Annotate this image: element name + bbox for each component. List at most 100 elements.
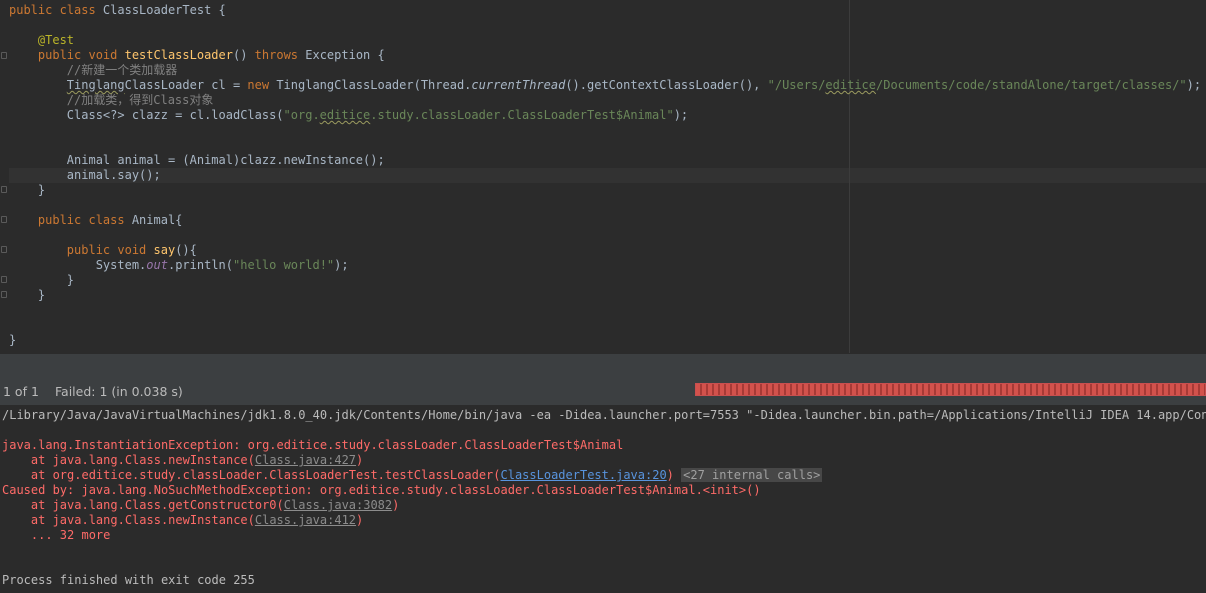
code-line[interactable]: } [9,183,45,198]
code-token: public class [9,3,103,17]
code-token: } [9,288,46,302]
code-line[interactable]: Animal animal = (Animal)clazz.newInstanc… [9,153,385,168]
stack-trace-line: at java.lang.Class.newInstance(Class.jav… [2,513,363,528]
code-token: ); [673,108,689,122]
run-console[interactable]: /Library/Java/JavaVirtualMachines/jdk1.8… [0,405,1206,593]
trace-text: at java.lang.Class.getConstructor0( [2,498,284,512]
code-token: .study.classLoader.ClassLoaderTest$Anima… [370,108,674,122]
stack-trace-line: at java.lang.Class.newInstance(Class.jav… [2,453,363,468]
test-progress-bar [695,383,1206,396]
code-token: ().getContextClassLoader(), [565,78,768,92]
code-token: testClassLoader [124,48,233,62]
code-line[interactable]: public void say(){ [9,243,197,258]
trace-text: ) [356,513,364,527]
code-token: editice [319,108,371,122]
code-token: () [232,48,255,62]
right-margin-guide [849,0,850,353]
trace-text: at org.editice.study.classLoader.ClassLo… [2,468,501,482]
stack-trace-line: at java.lang.Class.getConstructor0(Class… [2,498,399,513]
panel-divider[interactable] [0,353,1206,377]
fold-marker[interactable] [1,52,7,59]
code-token: editice [825,78,876,92]
test-progress-fill [696,384,1205,395]
code-token: Class<?> clazz = cl.loadClass( [66,108,284,122]
code-token: } [9,273,75,287]
source-link[interactable]: ClassLoaderTest.java:20 [501,468,667,482]
trace-text: ) [666,468,674,482]
code-token: TinglangClassLoader(Thread. [276,78,472,92]
source-link[interactable]: Class.java:3082 [284,498,392,512]
trace-text: ) [356,453,364,467]
code-editor[interactable]: public class ClassLoaderTest { @Test pub… [0,0,1206,353]
code-line[interactable]: TinglangClassLoader cl = new TinglangCla… [9,78,1201,93]
code-token: .println( [167,258,233,272]
code-line[interactable]: public class Animal{ [9,213,183,228]
caused-by-line: Caused by: java.lang.NoSuchMethodExcepti… [2,483,761,497]
code-token: animal.say(); [66,168,161,182]
fold-gutter [0,0,9,353]
fold-marker[interactable] [1,276,7,283]
fold-marker[interactable] [1,216,7,223]
code-line[interactable]: } [9,273,74,288]
code-line[interactable]: } [9,333,16,348]
code-token: /Documents/code/standAlone/target/classe… [876,78,1187,92]
fold-marker[interactable] [1,186,7,193]
fold-marker[interactable] [1,291,7,298]
code-token: //新建一个类加载器 [66,63,178,77]
code-token: } [9,183,46,197]
console-exception-line: java.lang.InstantiationException: org.ed… [2,438,624,452]
code-token: public class [37,213,132,227]
fold-marker[interactable] [1,246,7,253]
code-token: ClassLoader cl = [124,78,248,92]
code-token: Tinglang [66,78,125,92]
trace-text: at java.lang.Class.newInstance( [2,513,255,527]
test-count: 1 of 1 [3,384,39,399]
code-token: out [146,258,168,272]
source-link[interactable]: Class.java:412 [255,513,356,527]
code-token: "org. [283,108,320,122]
code-line[interactable]: @Test [9,33,74,48]
source-link[interactable]: Class.java:427 [255,453,356,467]
code-token: ); [1186,78,1202,92]
test-status: Failed: 1 (in 0.038 s) [55,384,183,399]
code-token: (){ [175,243,197,257]
internal-calls-fold[interactable]: <27 internal calls> [681,468,823,482]
code-token: ); [334,258,349,272]
code-token: public void [37,48,125,62]
code-line[interactable]: //加载类，得到Class对象 [9,93,214,108]
trace-text: at java.lang.Class.newInstance( [2,453,255,467]
caret-row-highlight [9,168,1206,183]
code-line[interactable]: System.out.println("hello world!"); [9,258,349,273]
code-token: say [153,243,176,257]
code-token: "/Users/ [767,78,826,92]
code-line[interactable]: //新建一个类加载器 [9,63,177,78]
process-exit-line: Process finished with exit code 255 [2,573,255,587]
code-line[interactable]: public class ClassLoaderTest { [9,3,226,18]
code-line[interactable]: } [9,288,45,303]
code-token: "hello world!" [233,258,335,272]
console-command-line: /Library/Java/JavaVirtualMachines/jdk1.8… [2,408,1206,422]
code-line[interactable]: animal.say(); [9,168,161,183]
code-token: Exception { [305,48,385,62]
stack-trace-line: at org.editice.study.classLoader.ClassLo… [2,468,823,483]
code-token: public void [66,243,154,257]
code-token: throws [254,48,306,62]
code-token: @Test [37,33,75,47]
code-line[interactable]: public void testClassLoader() throws Exc… [9,48,385,63]
code-token: //加载类，得到Class对象 [66,93,214,107]
code-token: Animal{ [131,213,183,227]
code-line[interactable]: Class<?> clazz = cl.loadClass("org.editi… [9,108,688,123]
stack-trace-more: ... 32 more [2,528,111,542]
code-token: currentThread [471,78,566,92]
